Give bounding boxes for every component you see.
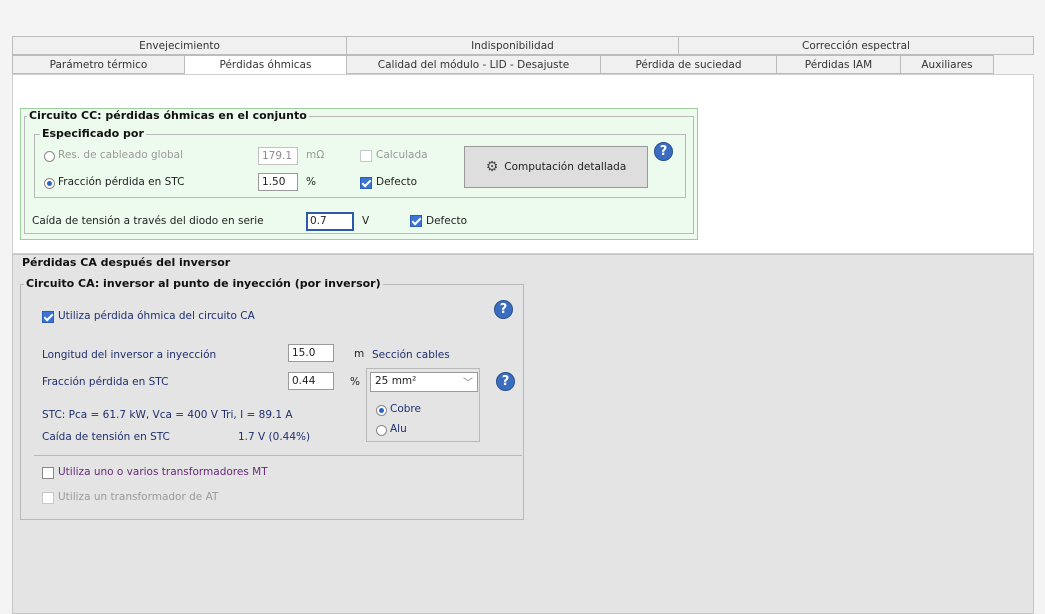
voltage-drop-label: Caída de tensión en STC [42,431,170,443]
help-icon[interactable]: ? [496,372,515,391]
tab-envejecimiento[interactable]: Envejecimiento [12,36,346,55]
calculated-checkbox[interactable] [360,150,372,162]
diode-drop-field[interactable]: 0.7 [306,212,354,231]
tab-row-bottom: Parámetro térmico Pérdidas óhmicas Calid… [12,55,994,75]
ac-stc-fraction-field[interactable]: 0.44 [288,372,334,390]
tab-indisponibilidad[interactable]: Indisponibilidad [346,36,678,55]
help-icon[interactable]: ? [494,300,513,319]
copper-label: Cobre [390,403,421,415]
ac-length-label: Longitud del inversor a inyección [42,349,217,361]
hv-transformer-checkbox[interactable] [42,492,54,504]
tab-perdidas-ohmicas[interactable]: Pérdidas óhmicas [184,55,346,75]
stc-fraction-radio[interactable] [44,178,55,189]
tab-auxiliares[interactable]: Auxiliares [900,55,994,74]
mv-transformer-checkbox[interactable] [42,467,54,479]
detailed-computation-button[interactable]: ⚙ Computación detallada [464,146,648,188]
ac-stc-fraction-unit: % [350,376,360,388]
voltage-drop-value: 1.7 V (0.44%) [238,431,311,443]
cable-section-value: 25 mm² [375,375,417,387]
cable-section-label: Sección cables [372,349,450,361]
stc-fraction-label: Fracción pérdida en STC [58,176,185,188]
global-resistance-radio[interactable] [44,151,55,162]
ac-length-unit: m [354,348,365,360]
alu-label: Alu [390,423,407,435]
hv-transformer-label: Utiliza un transformador de AT [58,491,219,503]
use-ac-loss-checkbox[interactable] [42,311,54,323]
tab-correccion-espectral[interactable]: Corrección espectral [678,36,1034,55]
detailed-computation-label: Computación detallada [504,161,627,173]
diode-drop-label: Caída de tensión a través del diodo en s… [32,215,264,227]
help-icon[interactable]: ? [654,142,673,161]
ac-circuit-title: Circuito CA: inversor al punto de inyecc… [24,277,383,290]
ac-length-field[interactable]: 15.0 [288,344,334,362]
global-resistance-label: Res. de cableado global [58,149,184,161]
transformer-divider [34,455,522,456]
alu-radio[interactable] [376,425,387,436]
mv-transformer-label: Utiliza uno o varios transformadores MT [58,466,268,478]
gear-icon: ⚙ [485,159,499,175]
copper-radio[interactable] [376,405,387,416]
calculated-label: Calculada [376,149,428,161]
dc-default-checkbox[interactable] [360,177,372,189]
global-resistance-field[interactable]: 179.1 [258,147,298,165]
use-ac-loss-label: Utiliza pérdida óhmica del circuito CA [58,310,255,322]
tab-calidad-modulo[interactable]: Calidad del módulo - LID - Desajuste [346,55,600,74]
tab-perdidas-iam[interactable]: Pérdidas IAM [776,55,900,74]
tab-parametro-termico[interactable]: Parámetro térmico [12,55,184,74]
dc-circuit-title: Circuito CC: pérdidas óhmicas en el conj… [27,109,309,122]
stc-summary: STC: Pca = 61.7 kW, Vca = 400 V Tri, I =… [42,409,293,421]
tab-row-top: Envejecimiento Indisponibilidad Correcci… [12,36,1034,55]
chevron-down-icon: ﹀ [463,378,473,389]
ac-stc-fraction-label: Fracción pérdida en STC [42,376,169,388]
dc-stc-fraction-unit: % [306,176,316,188]
dc-default-label: Defecto [376,176,418,188]
specified-by-title: Especificado por [40,127,146,140]
cable-section-select[interactable]: 25 mm² ﹀ [370,372,478,392]
tab-perdida-suciedad[interactable]: Pérdida de suciedad [600,55,776,74]
diode-default-label: Defecto [426,215,468,227]
ac-losses-title: Pérdidas CA después del inversor [22,256,231,269]
diode-drop-unit: V [362,215,370,227]
global-resistance-unit: mΩ [306,149,325,161]
diode-default-checkbox[interactable] [410,215,422,227]
dc-stc-fraction-field[interactable]: 1.50 [258,173,298,191]
